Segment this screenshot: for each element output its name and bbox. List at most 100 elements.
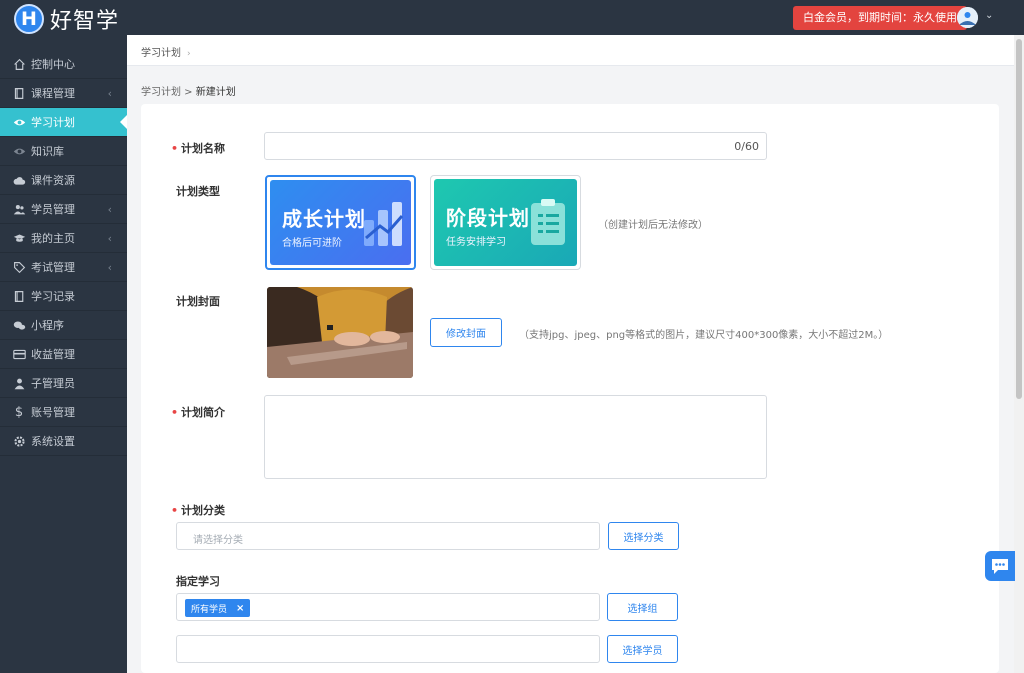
plan-type-hint: （创建计划后无法修改） (598, 220, 708, 231)
chevron-left-icon: ‹ (107, 260, 112, 274)
sidebar: 控制中心 课程管理 ‹ 学习计划 知识库 课件资源 学员管理 ‹ 我的主页 ‹ … (0, 35, 127, 673)
plan-type-label: 计划类型 (176, 185, 220, 198)
sidebar-item-mini-program[interactable]: 小程序 (0, 311, 127, 340)
sidebar-item-label: 知识库 (31, 145, 64, 158)
clipboard-icon (531, 199, 565, 245)
chevron-left-icon: ‹ (107, 202, 112, 216)
avatar[interactable] (957, 7, 978, 28)
sidebar-item-homepage[interactable]: 我的主页 ‹ (0, 224, 127, 253)
eye-icon (12, 144, 26, 158)
vip-status-badge[interactable]: 白金会员，到期时间：永久使用 (793, 6, 967, 30)
close-icon[interactable]: › (187, 49, 191, 59)
sidebar-item-label: 学习计划 (31, 116, 75, 129)
credit-card-icon (12, 347, 26, 361)
plan-intro-label: • 计划简介 (171, 406, 226, 419)
chevron-left-icon: ‹ (107, 86, 112, 100)
tab-study-plan[interactable]: 学习计划 › (141, 44, 191, 59)
plan-category-label: • 计划分类 (171, 504, 226, 517)
gear-icon (12, 434, 26, 448)
sidebar-item-settings[interactable]: 系统设置 (0, 427, 127, 456)
book-icon (12, 289, 26, 303)
breadcrumb: 学习计划 > 新建计划 (141, 83, 236, 98)
growth-card-face: 成长计划 合格后可进阶 (270, 180, 411, 265)
sidebar-item-dashboard[interactable]: 控制中心 (0, 50, 127, 79)
remove-tag-icon[interactable]: × (236, 603, 244, 614)
sidebar-item-label: 子管理员 (31, 377, 75, 390)
char-counter: 0/60 (734, 140, 759, 153)
type-option-stage[interactable]: 阶段计划 任务安排学习 (430, 175, 581, 270)
sidebar-item-exams[interactable]: 考试管理 ‹ (0, 253, 127, 282)
sidebar-item-label: 收益管理 (31, 348, 75, 361)
sidebar-item-courses[interactable]: 课程管理 ‹ (0, 79, 127, 108)
assign-learning-label: 指定学习 (176, 575, 220, 588)
page-scrollbar[interactable] (1014, 35, 1024, 673)
book-icon (12, 86, 26, 100)
sidebar-item-label: 小程序 (31, 319, 64, 332)
graduation-cap-icon (12, 231, 26, 245)
dollar-icon: $ (14, 404, 24, 420)
growth-title: 成长计划 (282, 207, 366, 231)
stage-card-face: 阶段计划 任务安排学习 (434, 179, 577, 266)
plan-cover-label: 计划封面 (176, 295, 220, 308)
sidebar-item-knowledge-base[interactable]: 知识库 (0, 137, 127, 166)
chat-bubble-icon (992, 559, 1008, 574)
select-category-button[interactable]: 选择分类 (608, 522, 679, 550)
select-group-button[interactable]: 选择组 (607, 593, 678, 621)
sidebar-item-label: 账号管理 (31, 406, 75, 419)
sidebar-item-courseware[interactable]: 课件资源 (0, 166, 127, 195)
all-students-tag: 所有学员 × (185, 599, 251, 617)
sidebar-item-study-plan[interactable]: 学习计划 (0, 108, 127, 137)
eye-icon (12, 115, 26, 129)
category-input[interactable]: 请选择分类 (176, 522, 600, 550)
cover-hint: （支持jpg、jpeg、png等格式的图片，建议尺寸400*300像素，大小不超… (519, 330, 889, 341)
plan-name-label: • 计划名称 (171, 142, 226, 155)
sidebar-item-label: 控制中心 (31, 58, 75, 71)
sidebar-item-label: 学习记录 (31, 290, 75, 303)
tab-label: 学习计划 (141, 48, 181, 59)
assigned-students-input[interactable] (176, 635, 600, 663)
scrollbar-thumb[interactable] (1016, 39, 1022, 399)
users-icon (12, 202, 26, 216)
app-name: 好智学 (50, 9, 120, 34)
sidebar-item-label: 系统设置 (31, 435, 75, 448)
stage-subtitle: 任务安排学习 (446, 237, 506, 248)
sidebar-item-accounts[interactable]: $ 账号管理 (0, 398, 127, 427)
form-card: • 计划名称 0/60 计划类型 成长计划 合格后可进阶 阶段计划 任务安排学习… (141, 104, 999, 673)
logo-badge: H (14, 4, 44, 34)
breadcrumb-current: 新建计划 (195, 87, 236, 98)
user-icon (12, 376, 26, 390)
home-icon (12, 57, 26, 71)
stage-title: 阶段计划 (446, 206, 530, 230)
top-bar: H 好智学 白金会员，到期时间：永久使用 ⌄ (0, 0, 1024, 35)
sidebar-item-label: 我的主页 (31, 232, 75, 245)
cover-image[interactable] (267, 287, 413, 378)
type-option-growth[interactable]: 成长计划 合格后可进阶 (265, 175, 416, 270)
chevron-down-icon[interactable]: ⌄ (985, 10, 993, 21)
chat-support-button[interactable] (985, 551, 1015, 581)
bar-chart-icon (364, 202, 404, 246)
plan-intro-textarea[interactable] (264, 395, 767, 479)
tag-icon (12, 260, 26, 274)
chevron-left-icon: ‹ (107, 231, 112, 245)
logo[interactable]: H 好智学 (14, 3, 119, 35)
laptop-photo-icon (267, 287, 413, 378)
breadcrumb-parent[interactable]: 学习计划 > (141, 87, 196, 98)
sidebar-item-label: 课程管理 (31, 87, 75, 100)
tag-label: 所有学员 (191, 604, 228, 615)
category-placeholder: 请选择分类 (193, 535, 243, 546)
wechat-icon (12, 318, 26, 332)
select-students-button[interactable]: 选择学员 (607, 635, 678, 663)
avatar-image-icon (957, 7, 978, 28)
cloud-icon (12, 173, 26, 187)
sidebar-item-label: 课件资源 (31, 174, 75, 187)
assigned-groups-input[interactable]: 所有学员 × (176, 593, 600, 621)
sidebar-item-study-records[interactable]: 学习记录 (0, 282, 127, 311)
plan-name-input[interactable]: 0/60 (264, 132, 767, 160)
change-cover-button[interactable]: 修改封面 (430, 318, 502, 347)
sidebar-item-label: 学员管理 (31, 203, 75, 216)
sidebar-item-revenue[interactable]: 收益管理 (0, 340, 127, 369)
sidebar-item-sub-admins[interactable]: 子管理员 (0, 369, 127, 398)
sidebar-item-students[interactable]: 学员管理 ‹ (0, 195, 127, 224)
tab-bar: 学习计划 › (127, 35, 1014, 66)
sidebar-item-label: 考试管理 (31, 261, 75, 274)
